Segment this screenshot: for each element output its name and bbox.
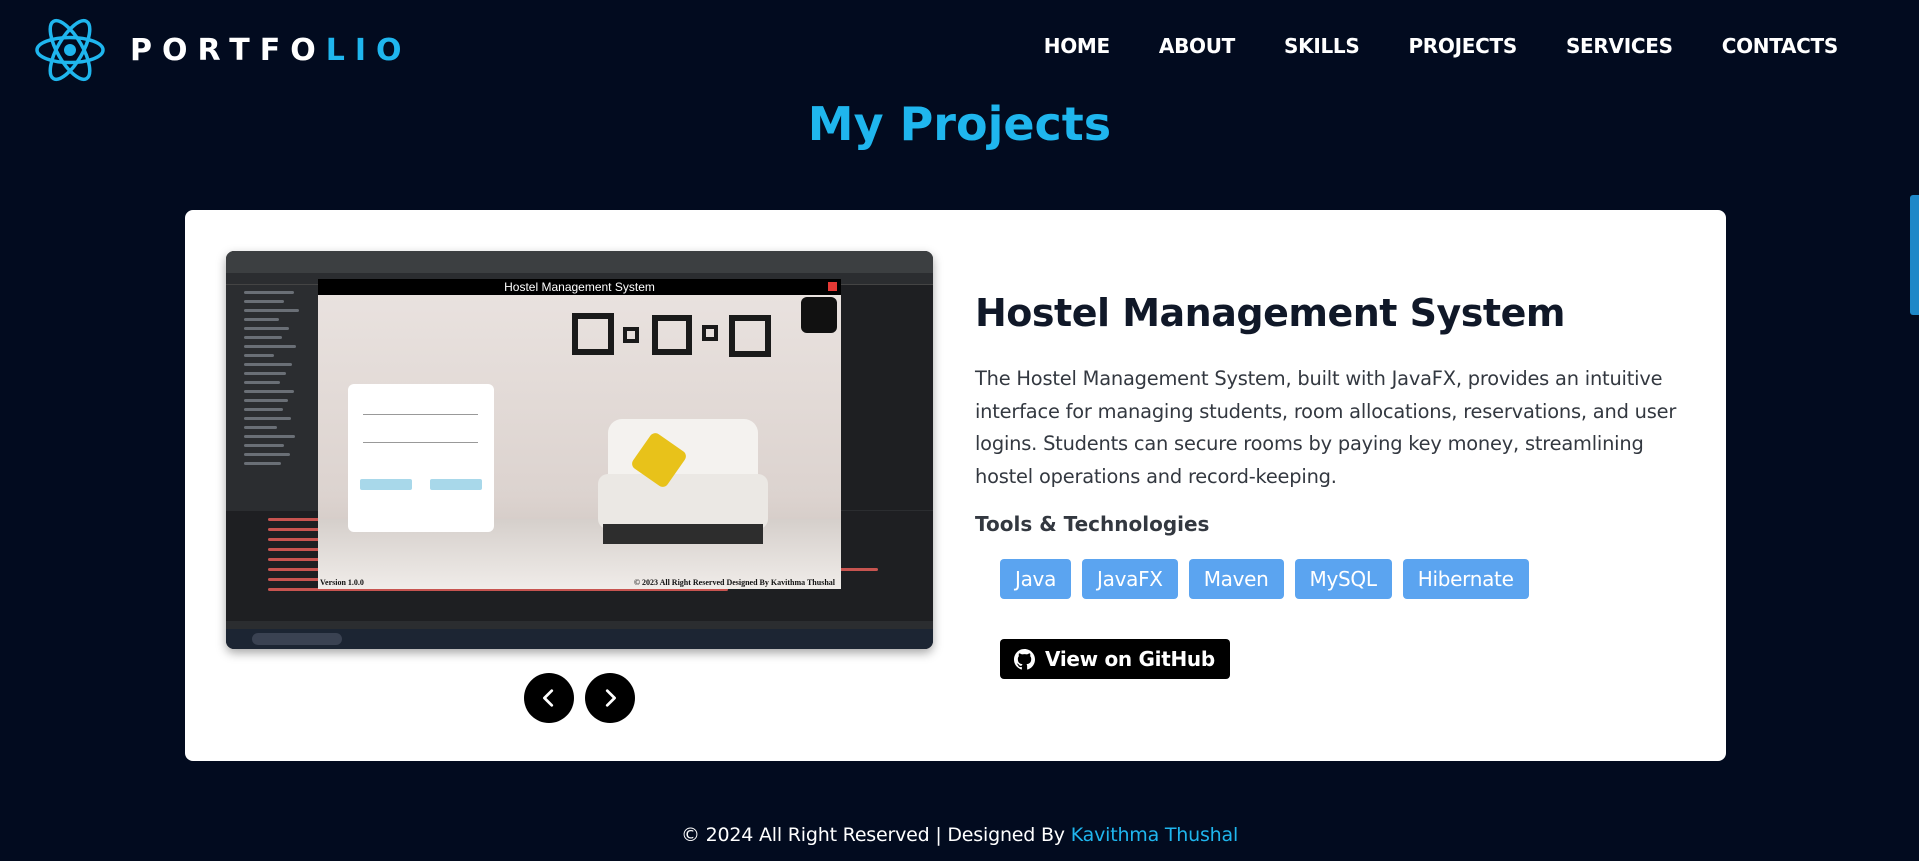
taskbar-search (252, 633, 342, 645)
app-titlebar: Hostel Management System (318, 279, 841, 295)
tools-heading: Tools & Technologies (975, 512, 1210, 536)
logo-text-accent: LIO (325, 32, 412, 68)
app-version: Version 1.0.0 (320, 578, 364, 587)
password-field (363, 442, 478, 443)
nav-projects[interactable]: PROJECTS (1408, 34, 1517, 58)
project-description: The Hostel Management System, built with… (975, 367, 1677, 488)
footer-text: © 2024 All Right Reserved | Designed By (680, 824, 1071, 846)
logo-text: PORTFOLIO (130, 33, 411, 68)
login-form (348, 384, 494, 532)
navbar: PORTFOLIO HOME ABOUT SKILLS PROJECTS SER… (0, 0, 1919, 96)
tool-tag: Hibernate (1402, 559, 1529, 599)
wall-frame (572, 313, 614, 355)
github-button[interactable]: View on GitHub (1000, 639, 1230, 679)
tools-list: Java JavaFX Maven MySQL Hibernate (1000, 559, 1540, 599)
react-logo-icon (35, 18, 105, 82)
nav-skills[interactable]: SKILLS (1284, 34, 1360, 58)
app-window: Hostel Management System Version 1.0.0 ©… (318, 279, 841, 589)
app-footer: Version 1.0.0 © 2023 All Right Reserved … (320, 578, 839, 587)
app-logo-icon (801, 297, 837, 333)
wall-frame (702, 325, 718, 341)
nav-services[interactable]: SERVICES (1566, 34, 1673, 58)
project-title: Hostel Management System (975, 291, 1565, 335)
ide-editor (841, 285, 933, 510)
chevron-left-icon (543, 689, 554, 707)
tool-tag: JavaFX (1082, 559, 1178, 599)
username-field (363, 414, 478, 415)
carousel-next-button[interactable] (585, 673, 635, 723)
armchair-base (603, 524, 763, 544)
armchair-seat (598, 474, 768, 529)
footer-author-link[interactable]: Kavithma Thushal (1071, 824, 1239, 846)
project-card: Hostel Management System Version 1.0.0 ©… (185, 210, 1726, 761)
ide-project-tree (226, 285, 318, 510)
nav-home[interactable]: HOME (1044, 34, 1110, 58)
github-button-label: View on GitHub (1045, 647, 1215, 671)
tool-tag: Maven (1188, 559, 1284, 599)
github-icon (1014, 648, 1035, 669)
scrollbar-thumb[interactable] (1910, 195, 1919, 315)
app-copyright: © 2023 All Right Reserved Designed By Ka… (634, 578, 835, 587)
main-nav: HOME ABOUT SKILLS PROJECTS SERVICES CONT… (995, 34, 1839, 58)
chevron-right-icon (605, 689, 616, 707)
login-button (360, 479, 412, 490)
tool-tag: MySQL (1294, 559, 1392, 599)
nav-contacts[interactable]: CONTACTS (1722, 34, 1839, 58)
ide-menubar (226, 251, 933, 273)
nav-about[interactable]: ABOUT (1159, 34, 1235, 58)
os-taskbar (226, 629, 933, 649)
carousel-prev-button[interactable] (524, 673, 574, 723)
section-title: My Projects (807, 97, 1112, 151)
tool-tag: Java (1000, 559, 1072, 599)
project-screenshot: Hostel Management System Version 1.0.0 ©… (226, 251, 933, 649)
wall-frame (729, 315, 771, 357)
logo[interactable]: PORTFOLIO (34, 17, 411, 83)
wall-frame (652, 315, 692, 355)
wall-frame (623, 327, 639, 343)
logo-text-main: PORTFO (130, 32, 326, 68)
cancel-button (430, 479, 482, 490)
close-icon (828, 282, 837, 291)
footer: © 2024 All Right Reserved | Designed By … (0, 824, 1919, 846)
